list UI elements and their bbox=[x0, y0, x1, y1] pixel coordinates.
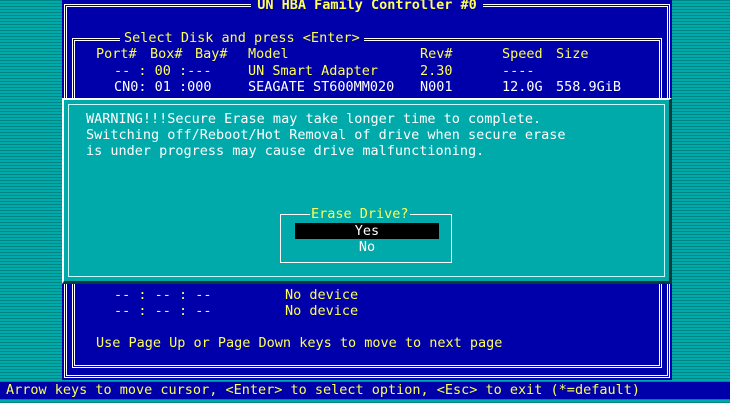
header-box: Box# bbox=[150, 46, 183, 62]
option-yes[interactable]: Yes bbox=[295, 223, 439, 239]
header-rev: Rev# bbox=[420, 46, 453, 62]
row-model: UN Smart Adapter bbox=[248, 63, 379, 79]
option-no[interactable]: No bbox=[295, 239, 439, 255]
erase-prompt-title: Erase Drive? bbox=[310, 206, 410, 222]
warning-line-3: is under progress may cause drive malfun… bbox=[86, 143, 485, 159]
row-model: No device bbox=[285, 287, 359, 303]
header-bay: Bay# bbox=[195, 46, 228, 62]
row-port-box-bay: -- : -- : -- bbox=[114, 303, 212, 319]
window-title: UN HBA Family Controller #0 bbox=[62, 0, 672, 13]
status-bar: Arrow keys to move cursor, <Enter> to se… bbox=[0, 382, 730, 399]
header-port: Port# bbox=[96, 46, 137, 62]
warning-line-1: WARNING!!!Secure Erase may take longer t… bbox=[86, 111, 542, 127]
row-port-box-bay: -- : -- : -- bbox=[114, 287, 212, 303]
warning-line-2: Switching off/Reboot/Hot Removal of driv… bbox=[86, 127, 566, 143]
row-model: SEAGATE ST600MM020 bbox=[248, 79, 395, 95]
header-model: Model bbox=[248, 46, 289, 62]
row-speed: 12.0G bbox=[502, 79, 543, 95]
row-model: No device bbox=[285, 303, 359, 319]
header-speed: Speed bbox=[502, 46, 543, 62]
row-port-box-bay: CN0: 01 :000 bbox=[114, 79, 212, 95]
row-rev: N001 bbox=[420, 79, 453, 95]
row-size: 558.9GiB bbox=[556, 79, 622, 95]
row-port-box-bay: -- : 00 :--- bbox=[114, 63, 212, 79]
disk-list-legend: Select Disk and press <Enter> bbox=[120, 30, 364, 46]
row-rev: 2.30 bbox=[420, 63, 453, 79]
row-speed: ---- bbox=[502, 63, 535, 79]
page-hint: Use Page Up or Page Down keys to move to… bbox=[96, 335, 503, 351]
header-size: Size bbox=[556, 46, 589, 62]
